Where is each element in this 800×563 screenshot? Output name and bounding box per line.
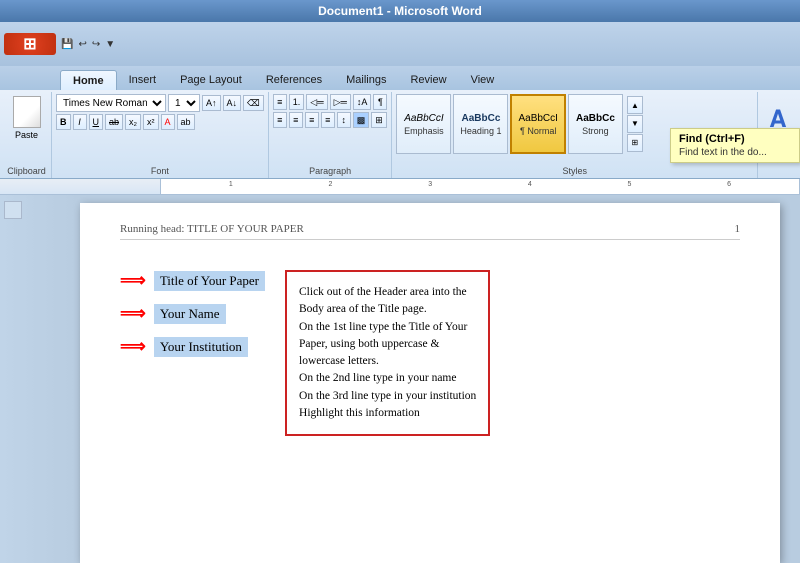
increase-indent-button[interactable]: ▷═ xyxy=(330,94,351,110)
page-content: ⟹ Title of Your Paper ⟹ Your Name ⟹ Your… xyxy=(120,270,740,436)
instruction-line-2: Body area of the Title page. xyxy=(299,301,476,318)
office-button[interactable]: ⊞ xyxy=(4,33,56,55)
tooltip-title: Find (Ctrl+F) xyxy=(679,133,791,145)
font-group: Times New Roman 12 A↑ A↓ ⌫ B I U ab x₂ x… xyxy=(52,92,269,178)
style-emphasis[interactable]: AaBbCcI Emphasis xyxy=(396,94,451,154)
style-normal[interactable]: AaBbCcI ¶ Normal xyxy=(510,94,565,154)
underline-button[interactable]: U xyxy=(89,114,104,130)
toolbar-area: ⊞ 💾 ↩ ↪ ▼ xyxy=(0,22,800,66)
arrow-2: ⟹ xyxy=(120,303,146,324)
show-formatting-button[interactable]: ¶ xyxy=(373,94,387,110)
tab-page-layout[interactable]: Page Layout xyxy=(168,70,254,90)
clear-format-button[interactable]: ⌫ xyxy=(243,95,264,111)
paragraph-group-label: Paragraph xyxy=(273,164,388,176)
instruction-line-4: Paper, using both uppercase & xyxy=(299,336,476,353)
subscript-button[interactable]: x₂ xyxy=(125,114,141,130)
undo-icon[interactable]: ↩ xyxy=(77,38,87,51)
tab-references[interactable]: References xyxy=(254,70,334,90)
superscript-button[interactable]: x² xyxy=(143,114,159,130)
decrease-indent-button[interactable]: ◁═ xyxy=(306,94,327,110)
paste-button[interactable]: Paste xyxy=(11,94,43,142)
qa-dropdown-icon[interactable]: ▼ xyxy=(104,38,116,51)
styles-group-label: Styles xyxy=(396,164,753,176)
paragraph-group: ≡ 1. ◁═ ▷═ ↕A ¶ ≡ ≡ ≡ ≡ ↕ ▩ ⊞ Paragraph xyxy=(269,92,393,178)
arrow-1: ⟹ xyxy=(120,270,146,291)
align-center-button[interactable]: ≡ xyxy=(289,112,303,128)
italic-button[interactable]: I xyxy=(73,114,87,130)
title-line-3: ⟹ Your Institution xyxy=(120,336,265,357)
font-name-select[interactable]: Times New Roman xyxy=(56,94,166,112)
tab-view[interactable]: View xyxy=(459,70,507,90)
sort-button[interactable]: ↕A xyxy=(353,94,372,110)
document-area: Running head: TITLE OF YOUR PAPER 1 ⟹ Ti… xyxy=(0,195,800,563)
tab-insert[interactable]: Insert xyxy=(117,70,169,90)
align-right-button[interactable]: ≡ xyxy=(305,112,319,128)
instruction-line-7: On the 3rd line type in your institution xyxy=(299,388,476,405)
instruction-line-5: lowercase letters. xyxy=(299,353,476,370)
tab-home[interactable]: Home xyxy=(60,70,117,90)
page-header: Running head: TITLE OF YOUR PAPER 1 xyxy=(120,223,740,240)
title-line-1: ⟹ Title of Your Paper xyxy=(120,270,265,291)
quick-access-toolbar: 💾 ↩ ↪ ▼ xyxy=(56,38,120,51)
tab-mailings[interactable]: Mailings xyxy=(334,70,398,90)
numbering-button[interactable]: 1. xyxy=(289,94,305,110)
clipboard-group: Paste Clipboard xyxy=(2,92,52,178)
paper-title: Title of Your Paper xyxy=(154,271,265,291)
align-left-button[interactable]: ≡ xyxy=(273,112,287,128)
shrink-font-button[interactable]: A↓ xyxy=(223,95,242,111)
grow-font-button[interactable]: A↑ xyxy=(202,95,221,111)
border-button[interactable]: ⊞ xyxy=(371,112,387,128)
save-icon[interactable]: 💾 xyxy=(60,38,74,51)
running-head: Running head: TITLE OF YOUR PAPER xyxy=(120,223,304,235)
instruction-line-1: Click out of the Header area into the xyxy=(299,284,476,301)
instruction-line-6: On the 2nd line type in your name xyxy=(299,370,476,387)
left-margin xyxy=(0,195,80,563)
author-name: Your Name xyxy=(154,304,226,324)
font-size-select[interactable]: 12 xyxy=(168,94,200,112)
line-spacing-button[interactable]: ↕ xyxy=(337,112,351,128)
clipboard-label: Clipboard xyxy=(7,164,46,176)
title-text: Document1 - Microsoft Word xyxy=(318,4,482,18)
tooltip: Find (Ctrl+F) Find text in the do... xyxy=(670,128,800,163)
instruction-line-3: On the 1st line type the Title of Your xyxy=(299,319,476,336)
tab-bar: Home Insert Page Layout References Maili… xyxy=(0,66,800,90)
styles-scroll-up[interactable]: ▲ ▼ ⊞ xyxy=(625,94,645,154)
title-bar: Document1 - Microsoft Word xyxy=(0,0,800,22)
instruction-line-8: Highlight this information xyxy=(299,405,476,422)
strikethrough-button[interactable]: ab xyxy=(105,114,123,130)
page-number: 1 xyxy=(735,223,741,235)
tab-review[interactable]: Review xyxy=(398,70,458,90)
bullets-button[interactable]: ≡ xyxy=(273,94,287,110)
bold-button[interactable]: B xyxy=(56,114,71,130)
justify-button[interactable]: ≡ xyxy=(321,112,335,128)
ruler-inner: 123456 xyxy=(160,179,800,194)
shading-button[interactable]: ▩ xyxy=(353,112,370,128)
font-group-label: Font xyxy=(56,164,264,176)
tooltip-description: Find text in the do... xyxy=(679,147,791,158)
ruler-corner-icon[interactable] xyxy=(4,201,22,219)
arrow-3: ⟹ xyxy=(120,336,146,357)
title-line-2: ⟹ Your Name xyxy=(120,303,265,324)
style-strong[interactable]: AaBbCc Strong xyxy=(568,94,623,154)
redo-icon[interactable]: ↪ xyxy=(91,38,101,51)
document-page: Running head: TITLE OF YOUR PAPER 1 ⟹ Ti… xyxy=(80,203,780,563)
title-lines: ⟹ Title of Your Paper ⟹ Your Name ⟹ Your… xyxy=(120,270,265,436)
instruction-box: Click out of the Header area into the Bo… xyxy=(285,270,490,436)
font-color-button[interactable]: A xyxy=(161,114,175,130)
style-heading1[interactable]: AaBbCc Heading 1 xyxy=(453,94,508,154)
institution-name: Your Institution xyxy=(154,337,248,357)
ruler: 123456 xyxy=(0,179,800,195)
highlight-button[interactable]: ab xyxy=(177,114,195,130)
